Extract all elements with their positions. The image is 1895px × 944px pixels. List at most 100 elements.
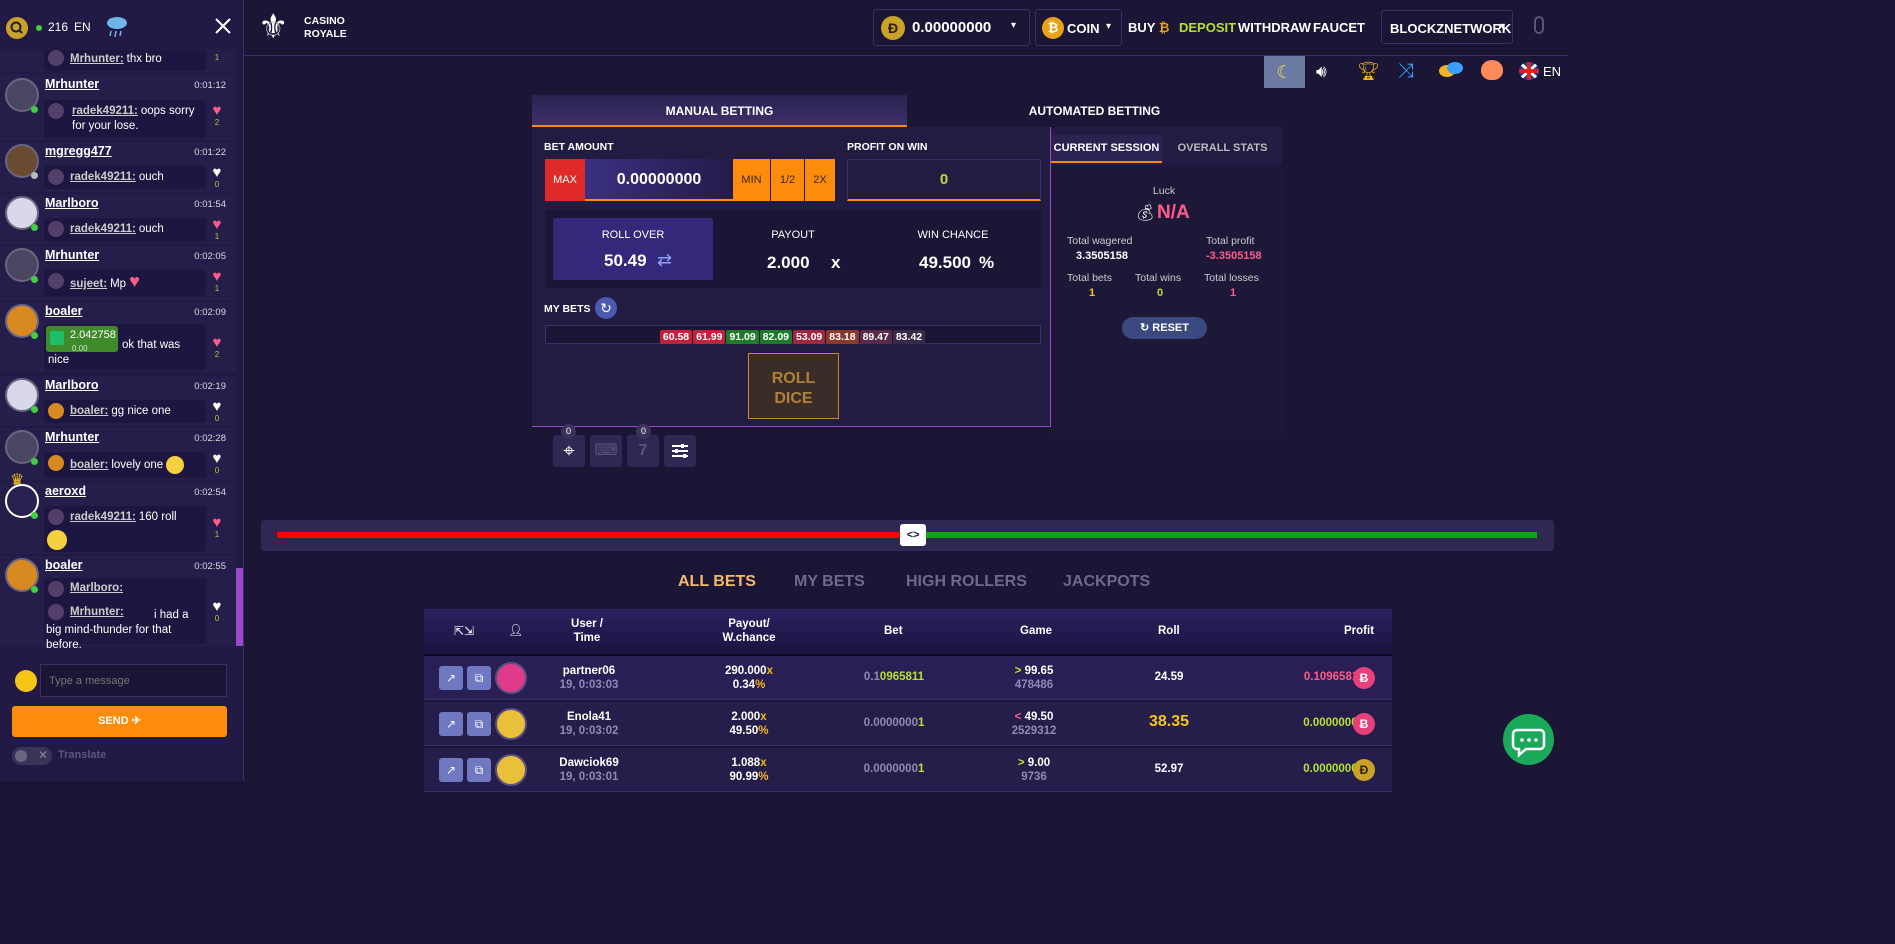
faucet-button[interactable]: FAUCET — [1313, 20, 1365, 35]
reset-button[interactable]: ↻ RESET — [1122, 317, 1207, 339]
like-button[interactable]: ♥ 1 — [210, 269, 224, 293]
chat-username[interactable]: Marlboro — [45, 378, 98, 392]
chat-username[interactable]: Mrhunter — [45, 430, 99, 444]
like-button[interactable]: ♥ 2 — [210, 335, 224, 359]
chat-lang[interactable]: EN — [74, 20, 91, 34]
send-button[interactable]: SEND ✈ — [12, 706, 227, 737]
logo[interactable]: ⚜ CASINO ROYALE — [258, 8, 358, 48]
chat-username[interactable]: Mrhunter — [45, 248, 99, 262]
like-button[interactable]: ♥ 1 — [210, 515, 224, 539]
moon-toggle[interactable]: ☾ — [1264, 56, 1305, 88]
open-bet-button[interactable]: ⧉ — [467, 712, 491, 736]
refresh-icon[interactable]: ↻ — [595, 297, 617, 319]
open-bet-button[interactable]: ⧉ — [467, 758, 491, 782]
tab-jackpots[interactable]: JACKPOTS — [1063, 573, 1150, 591]
chat-username[interactable]: boaler — [45, 558, 83, 572]
share-button[interactable]: ↗ — [439, 712, 463, 736]
recent-bet-chip[interactable]: 89.47 — [859, 330, 892, 344]
language-label[interactable]: EN — [1543, 64, 1561, 79]
recent-bet-chip[interactable]: 83.42 — [892, 330, 926, 344]
recent-bet-chip[interactable]: 83.18 — [826, 330, 859, 344]
like-button[interactable]: ♥ 0 — [210, 399, 224, 423]
like-button[interactable]: 1 — [210, 53, 224, 62]
bet-game-id[interactable]: 2529312 — [1012, 725, 1057, 737]
buy-button[interactable]: BUY ₿ — [1128, 20, 1169, 35]
piggy-bank-icon[interactable] — [1481, 60, 1503, 80]
bet-user[interactable]: Dawciok69 — [559, 757, 618, 769]
payout-value[interactable]: 2.000 — [767, 253, 810, 273]
table-row[interactable]: ↗ ⧉ partner06 19, 0:03:03 290.000x 0.34% 0… — [424, 656, 1392, 700]
tab-all-bets[interactable]: ALL BETS — [678, 573, 756, 591]
share-button[interactable]: ↗ — [439, 758, 463, 782]
tab-current-session[interactable]: CURRENT SESSION — [1051, 135, 1162, 163]
reply-user[interactable]: radek49211: — [70, 171, 136, 183]
tab-manual-betting[interactable]: MANUAL BETTING — [532, 95, 907, 127]
emoji-button[interactable] — [15, 670, 37, 692]
live-chat-button[interactable] — [1503, 714, 1554, 765]
like-button[interactable]: ♥ 0 — [210, 451, 224, 475]
chat-message-input[interactable] — [40, 664, 227, 697]
half-button[interactable]: 1/2 — [771, 159, 804, 201]
reply-user[interactable]: Mrhunter: — [70, 53, 124, 65]
shuffle-icon[interactable]: ⤨ — [1398, 60, 1414, 83]
deposit-button[interactable]: DEPOSIT — [1179, 20, 1236, 35]
tab-high-rollers[interactable]: HIGH ROLLERS — [906, 573, 1027, 591]
win-chance-value[interactable]: 49.500 — [919, 253, 971, 273]
bet-user[interactable]: partner06 — [563, 665, 615, 677]
bet-amount-input[interactable]: 0.00000000 — [585, 159, 733, 201]
tab-my-bets[interactable]: MY BETS — [794, 573, 865, 591]
reply-user[interactable]: radek49211: — [72, 105, 138, 117]
reply-user[interactable]: boaler: — [70, 459, 108, 471]
max-button[interactable]: MAX — [545, 159, 585, 201]
double-button[interactable]: 2X — [805, 159, 835, 201]
chat-username[interactable]: aeroxd — [45, 484, 86, 498]
withdraw-button[interactable]: WITHDRAW — [1238, 20, 1311, 35]
uk-flag-icon[interactable] — [1519, 62, 1539, 80]
lucky-seven-button[interactable]: 7 — [627, 435, 659, 467]
chat-bubbles-icon[interactable] — [1438, 60, 1464, 80]
recent-bet-chip[interactable]: 53.09 — [793, 330, 826, 344]
player-avatar[interactable] — [495, 662, 527, 694]
reply-user[interactable]: sujeet: — [70, 278, 107, 290]
slider-handle[interactable]: <> — [900, 524, 927, 546]
table-row[interactable]: ↗ ⧉ Dawciok69 19, 0:03:01 1.088x 90.99% 0.… — [424, 748, 1392, 792]
chat-username[interactable]: boaler — [45, 304, 83, 318]
tab-automated-betting[interactable]: AUTOMATED BETTING — [907, 95, 1282, 127]
sound-icon[interactable]: 🔊︎ — [1316, 62, 1327, 82]
recent-bet-chip[interactable]: 61.99 — [693, 330, 726, 344]
bet-game-id[interactable]: 478486 — [1015, 679, 1053, 691]
recent-bet-chip[interactable]: 91.09 — [726, 330, 759, 344]
user-icon[interactable] — [1534, 16, 1544, 34]
reply-user[interactable]: Marlboro: — [70, 581, 123, 596]
recent-bet-chip[interactable]: 60.58 — [659, 330, 693, 344]
rain-icon[interactable] — [104, 14, 130, 45]
open-bet-button[interactable]: ⧉ — [467, 666, 491, 690]
chat-username[interactable]: mgregg477 — [45, 144, 112, 158]
player-avatar[interactable] — [495, 708, 527, 740]
reply-user[interactable]: radek49211: — [70, 223, 136, 235]
translate-toggle[interactable]: ✕ — [12, 747, 52, 765]
player-avatar[interactable] — [495, 754, 527, 786]
balance-dropdown[interactable]: Đ 0.00000000 ▾ — [873, 9, 1030, 46]
bet-game-id[interactable]: 9736 — [1021, 771, 1047, 783]
like-button[interactable]: ♥ 0 — [210, 165, 224, 189]
like-button[interactable]: ♥ 0 — [210, 599, 224, 623]
chat-username[interactable]: Mrhunter — [45, 77, 99, 91]
table-row[interactable]: ↗ ⧉ Enola41 19, 0:03:02 2.000x 49.50% 0.00… — [424, 702, 1392, 746]
dice-slider[interactable]: <> — [261, 520, 1554, 551]
tab-overall-stats[interactable]: OVERALL STATS — [1167, 135, 1278, 163]
keyboard-button[interactable]: ⌨ — [590, 435, 622, 467]
target-button[interactable]: ⌖ — [553, 435, 585, 467]
network-dropdown[interactable]: BLOCKZNETWORK ▾ — [1381, 10, 1513, 44]
search-icon[interactable] — [6, 17, 28, 39]
chat-username[interactable]: Marlboro — [45, 196, 98, 210]
reply-user[interactable]: boaler: — [70, 405, 108, 417]
recent-bet-chip[interactable]: 82.09 — [759, 330, 792, 344]
settings-sliders-button[interactable] — [664, 435, 696, 467]
bet-user[interactable]: Enola41 — [567, 711, 611, 723]
like-button[interactable]: ♥ 2 — [210, 103, 224, 127]
chat-scrollbar[interactable] — [236, 568, 243, 646]
share-button[interactable]: ↗ — [439, 666, 463, 690]
like-button[interactable]: ♥ 1 — [210, 217, 224, 241]
currency-dropdown[interactable]: ₿ COIN ▾ — [1035, 9, 1122, 46]
